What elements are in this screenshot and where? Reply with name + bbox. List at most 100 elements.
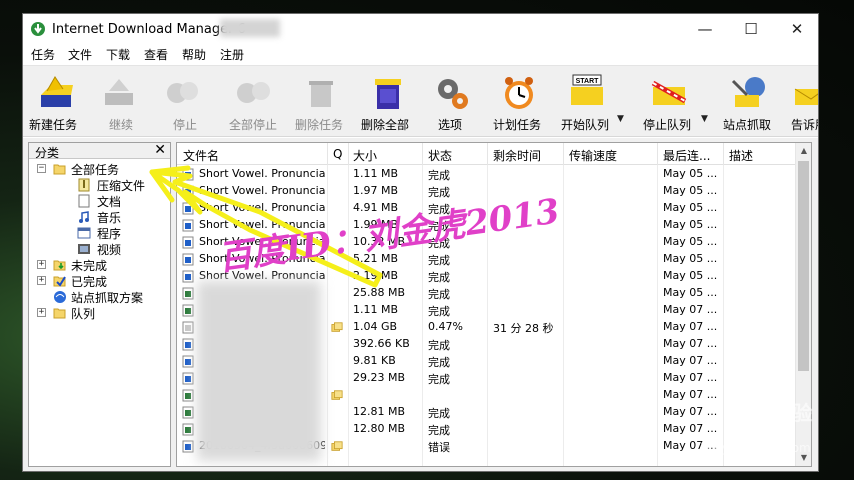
column-header-status[interactable]: 状态	[428, 147, 452, 164]
column-header-last-try[interactable]: 最后连...	[663, 147, 710, 164]
column-separator[interactable]	[723, 143, 724, 165]
table-row[interactable]: Short Vowel. Pronuncia... 4.91 MB 完成 May 05…	[177, 200, 797, 217]
folder-download-icon	[53, 260, 66, 271]
cell-last: May 07 ...	[663, 405, 718, 418]
tree-label: 视频	[97, 243, 122, 257]
column-separator[interactable]	[327, 143, 328, 165]
menu-help[interactable]: 帮助	[182, 46, 206, 63]
column-separator[interactable]	[657, 143, 658, 165]
column-separator[interactable]	[422, 143, 423, 165]
scroll-thumb[interactable]	[798, 161, 809, 371]
title-bar[interactable]: Internet Download Manager 6 — ☐ ✕	[23, 14, 818, 44]
column-header-time-left[interactable]: 剩余时间	[493, 147, 541, 164]
cell-size: 12.81 MB	[353, 405, 406, 418]
category-header: 分类 ✕	[29, 142, 170, 160]
file-type-icon	[182, 202, 194, 215]
table-row[interactable]: Short Vowel. Pronuncia... 5.21 MB 完成 May 05…	[177, 251, 797, 268]
menu-view[interactable]: 查看	[144, 46, 168, 63]
dropdown-arrow-icon[interactable]: ▼	[617, 114, 624, 124]
cell-size: 1.99 MB	[353, 218, 399, 231]
tree-item-queues[interactable]: + 队列	[29, 305, 169, 321]
tree-item-finished[interactable]: + 已完成	[29, 273, 169, 289]
options-button[interactable]: 选项	[428, 69, 472, 135]
tree-item-music[interactable]: 音乐	[29, 209, 169, 225]
tree-item-documents[interactable]: 文档	[29, 193, 169, 209]
vertical-scrollbar[interactable]: ▲ ▼	[795, 143, 811, 466]
column-header-description[interactable]: 描述	[729, 147, 753, 164]
folder-icon	[53, 308, 66, 319]
cell-last: May 05 ...	[663, 252, 718, 265]
collapse-icon[interactable]: −	[37, 164, 46, 173]
download-list: 文件名 Q 大小 状态 剩余时间 传输速度 最后连... 描述 Short Vo…	[176, 142, 812, 467]
title-redaction	[220, 19, 280, 37]
tree-item-compressed[interactable]: 压缩文件	[29, 177, 169, 193]
column-header-size[interactable]: 大小	[353, 147, 377, 164]
table-row[interactable]: Short Vowel. Pronuncia... 1.11 MB 完成 May 05…	[177, 166, 797, 183]
tree-item-programs[interactable]: 程序	[29, 225, 169, 241]
menu-register[interactable]: 注册	[220, 46, 244, 63]
tree-item-site-grabber[interactable]: 站点抓取方案	[29, 289, 169, 305]
column-header-q[interactable]: Q	[333, 147, 342, 161]
delete-task-button[interactable]: 删除任务	[293, 69, 349, 135]
film-icon	[78, 244, 90, 254]
expand-icon[interactable]: +	[37, 308, 46, 317]
cell-status: 完成	[428, 424, 450, 437]
resume-button[interactable]: 继续	[95, 69, 139, 135]
toolbar-label: 站点抓取	[723, 118, 772, 132]
category-panel: 分类 ✕ − 全部任务 压缩文件 文档 音乐 程序 视频 + 未完成 + 已完成…	[28, 142, 171, 467]
scheduler-button[interactable]: 计划任务	[491, 69, 547, 135]
cell-last: May 05 ...	[663, 201, 718, 214]
delete-all-button[interactable]: 删除全部	[359, 69, 415, 135]
stop-queue-button[interactable]: 停止队列 ▼	[639, 69, 708, 135]
idm-window: Internet Download Manager 6 — ☐ ✕ 任务 文件 …	[22, 13, 819, 472]
file-type-icon	[182, 423, 194, 436]
tree-item-unfinished[interactable]: + 未完成	[29, 257, 169, 273]
stop-queue-icon	[651, 80, 687, 105]
cell-size: 1.11 MB	[353, 303, 399, 316]
scroll-down-icon[interactable]: ▼	[796, 450, 811, 466]
table-row[interactable]: Short Vowel. Pronuncia... 1.99 MB 完成 May 05…	[177, 217, 797, 234]
new-task-button[interactable]: 新建任务	[27, 69, 83, 135]
table-row[interactable]: Short Vowel. Pronuncia... 1.97 MB 完成 May 05…	[177, 183, 797, 200]
tree-item-all-tasks[interactable]: − 全部任务	[29, 161, 169, 178]
scroll-up-icon[interactable]: ▲	[796, 143, 811, 159]
toolbar: 新建任务 继续 停止 全部停止 删除任务 删除全部 选项 计划任务 START …	[23, 65, 818, 137]
stop-button[interactable]: 停止	[159, 69, 203, 135]
cell-remaining: 31 分 28 秒	[493, 322, 554, 335]
expand-icon[interactable]: +	[37, 260, 46, 269]
column-header-speed[interactable]: 传输速度	[569, 147, 617, 164]
file-type-icon	[182, 270, 194, 283]
menu-download[interactable]: 下载	[106, 46, 130, 63]
maximize-button[interactable]: ☐	[728, 14, 774, 44]
expand-icon[interactable]: +	[37, 276, 46, 285]
table-row[interactable]: Short Vowel. Pronuncia... 10.32 MB 完成 May 0…	[177, 234, 797, 251]
file-type-icon	[182, 321, 194, 334]
site-grabber-icon	[731, 77, 765, 107]
close-button[interactable]: ✕	[774, 14, 818, 44]
tell-friend-button[interactable]: 告诉朋	[787, 69, 818, 135]
minimize-button[interactable]: —	[682, 14, 728, 44]
site-grabber-button[interactable]: 站点抓取	[721, 69, 777, 135]
cell-status: 完成	[428, 203, 450, 216]
column-header-filename[interactable]: 文件名	[183, 147, 219, 164]
toolbar-label: 选项	[438, 118, 463, 132]
cell-last: May 05 ...	[663, 218, 718, 231]
menu-file[interactable]: 文件	[68, 46, 92, 63]
cell-name: Short Vowel. Pronuncia...	[199, 235, 325, 248]
file-type-icon	[182, 372, 194, 385]
start-queue-button[interactable]: START 开始队列 ▼	[559, 69, 624, 135]
cell-status: 完成	[428, 169, 450, 182]
toolbar-label: 告诉朋	[791, 118, 818, 132]
new-task-icon	[41, 76, 73, 107]
column-separator[interactable]	[348, 143, 349, 165]
menu-task[interactable]: 任务	[31, 46, 55, 63]
idm-app-icon	[31, 22, 45, 36]
tree-item-video[interactable]: 视频	[29, 241, 169, 257]
close-icon[interactable]: ✕	[154, 142, 166, 158]
stop-all-button[interactable]: 全部停止	[227, 69, 283, 135]
dropdown-arrow-icon[interactable]: ▼	[701, 114, 708, 124]
column-separator[interactable]	[487, 143, 488, 165]
cell-status: 完成	[428, 339, 450, 352]
document-icon	[78, 194, 90, 208]
column-separator[interactable]	[563, 143, 564, 165]
